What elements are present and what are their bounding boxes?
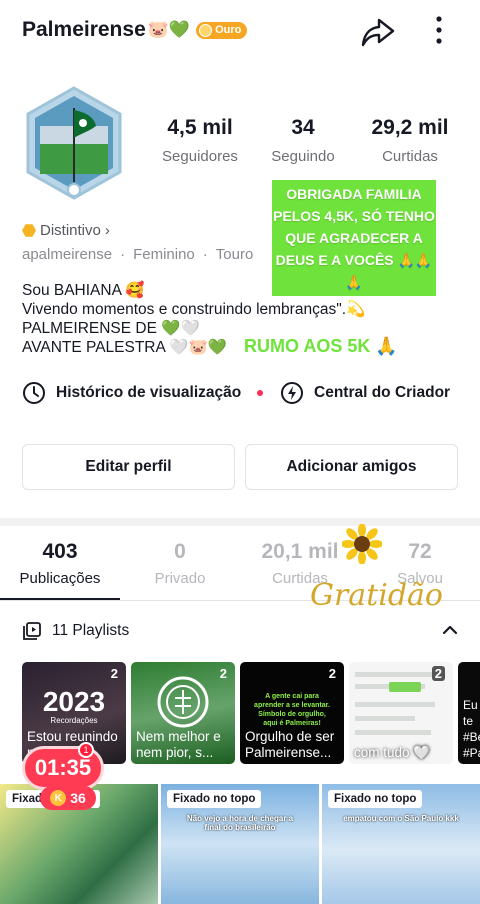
playlist-thumb-year: 2023: [42, 686, 106, 717]
lightning-icon: [281, 382, 303, 404]
coin-icon: K: [50, 790, 67, 806]
more-options-icon[interactable]: [428, 14, 450, 46]
posts-count: 403: [42, 540, 78, 563]
playlist-count: 2: [328, 666, 336, 681]
profile-stats: 4,5 mil Seguidores 34 Seguindo 29,2 mil …: [150, 116, 460, 176]
posts-label: Publicações: [19, 570, 101, 587]
reward-timer-widget[interactable]: 01:35 1 K 36: [22, 742, 104, 818]
tab-posts[interactable]: 403 Publicações: [0, 540, 120, 587]
add-friends-button[interactable]: Adicionar amigos: [245, 444, 458, 490]
profile-avatar[interactable]: [22, 86, 126, 206]
gratidao-overlay-text: Gratidão: [310, 578, 443, 613]
stat-following[interactable]: 34 Seguindo: [256, 116, 350, 165]
profile-sign: Touro: [215, 246, 254, 263]
palmeiras-crest-icon: [157, 676, 209, 728]
clock-icon: [23, 382, 45, 404]
rumo-overlay-text: RUMO AOS 5K 🙏: [244, 336, 398, 356]
distintivo-link[interactable]: Distintivo ›: [22, 222, 110, 239]
notification-dot: [257, 390, 264, 396]
creator-center-link[interactable]: Central do Criador: [280, 379, 450, 407]
coin-count: 36: [70, 790, 86, 806]
playlists-label: 11 Playlists: [52, 622, 130, 639]
video-thumbnail[interactable]: Fixado no topo Não vejo a hora de chegar…: [161, 784, 319, 904]
playlist-title: Nem melhor e nem pior, s...: [136, 729, 221, 760]
playlist-count: 2: [110, 666, 118, 681]
video-caption: empatou com o São Paulo kkk: [343, 814, 459, 823]
profile-gender: Feminino: [133, 246, 195, 263]
playlist-thumb-caption: A gente cai para aprender a se levantar.…: [254, 693, 330, 727]
playlist-card[interactable]: 2 com tudo 🤍: [349, 662, 453, 764]
following-label: Seguindo: [271, 148, 335, 165]
share-icon[interactable]: [360, 14, 396, 50]
creator-center-label: Central do Criador: [314, 384, 451, 401]
meta-separator: ·: [120, 246, 126, 263]
bio-line: Sou BAHIANA 🥰: [22, 282, 145, 299]
likes-count: 29,2 mil: [371, 116, 449, 139]
pinned-badge: Fixado no topo: [167, 790, 262, 808]
view-history-link[interactable]: Histórico de visualização: [22, 379, 264, 407]
followers-count: 4,5 mil: [167, 116, 233, 139]
private-label: Privado: [154, 570, 206, 587]
playlist-icon: [23, 622, 41, 640]
video-caption: Não vejo a hora de chegar a final do bra…: [186, 814, 294, 832]
timer-notification-badge: 1: [78, 742, 94, 758]
private-count: 0: [174, 540, 186, 563]
profile-username: Palmeirense 🐷💚 Ouro: [22, 18, 248, 42]
bio-line: Vivendo momentos e construindo lembrança…: [22, 301, 366, 318]
top-bar: Palmeirense 🐷💚 Ouro: [0, 0, 480, 62]
profile-handle: apalmeirense: [22, 246, 113, 263]
playlist-thumb-subtitle: Recordações: [50, 716, 98, 725]
playlist-count: 2: [219, 666, 227, 681]
coin-count-pill: K 36: [40, 786, 96, 810]
playlist-card[interactable]: Eu te #Be #Pa: [458, 662, 480, 764]
username-emoji: 🐷💚: [147, 20, 191, 40]
thanks-overlay-sticker: OBRIGADA FAMILIA PELOS 4,5K, SÓ TENHO QU…: [272, 180, 436, 296]
stat-followers[interactable]: 4,5 mil Seguidores: [150, 116, 250, 165]
ouro-badge[interactable]: Ouro: [196, 21, 248, 39]
chevron-up-icon[interactable]: [440, 620, 460, 640]
username-text: Palmeirense: [22, 18, 146, 41]
playlist-title: com tudo 🤍: [354, 745, 431, 760]
view-history-label: Histórico de visualização: [56, 384, 242, 401]
playlist-count: 2: [431, 666, 445, 681]
badge-coin-icon: [199, 23, 213, 37]
video-thumbnail[interactable]: Fixado no topo empatou com o São Paulo k…: [322, 784, 480, 904]
meta-separator: ·: [202, 246, 208, 263]
chevron-right-icon: ›: [104, 222, 110, 239]
distintivo-label: Distintivo: [40, 222, 101, 239]
playlist-title: Orgulho de ser Palmeirense...: [245, 729, 335, 760]
tab-private[interactable]: 0 Privado: [120, 540, 240, 587]
stat-likes[interactable]: 29,2 mil Curtidas: [360, 116, 460, 165]
playlist-card[interactable]: 2 Nem melhor e nem pior, s...: [131, 662, 235, 764]
following-count: 34: [291, 116, 315, 139]
section-divider: [0, 518, 480, 526]
badge-label: Ouro: [215, 24, 242, 36]
profile-meta: apalmeirense · Feminino · Touro: [22, 246, 253, 263]
followers-label: Seguidores: [162, 148, 238, 165]
likes-label: Curtidas: [382, 148, 438, 165]
playlists-header[interactable]: 11 Playlists: [22, 618, 458, 644]
playlist-title: Eu te #Be #Pa: [463, 698, 480, 760]
pinned-badge: Fixado no topo: [328, 790, 423, 808]
edit-profile-button[interactable]: Editar perfil: [22, 444, 235, 490]
distintivo-hexagon-icon: [22, 224, 36, 237]
playlist-card[interactable]: A gente cai para aprender a se levantar.…: [240, 662, 344, 764]
sunflower-sticker-icon: [342, 524, 382, 564]
